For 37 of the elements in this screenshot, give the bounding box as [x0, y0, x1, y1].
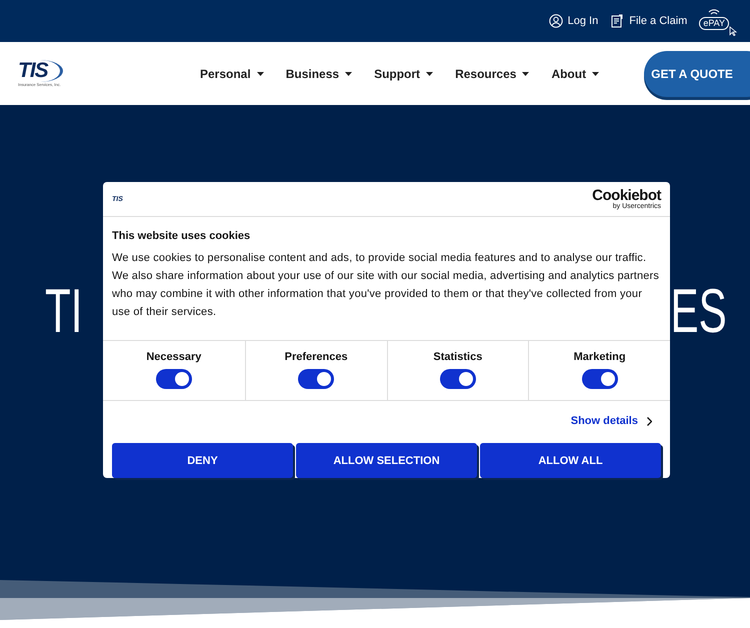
nav-link[interactable]: Resources: [455, 66, 530, 80]
dialog-title: This website uses cookies: [112, 230, 252, 242]
toggle-switch[interactable]: [298, 369, 334, 390]
hero-title: TI: [45, 279, 82, 345]
user-icon: [548, 14, 563, 28]
category-label: Necessary: [146, 351, 202, 364]
cursor-icon: [729, 26, 738, 36]
caret-icon: [592, 72, 600, 76]
category-label: Marketing: [574, 351, 626, 364]
login-link[interactable]: Log In: [548, 14, 598, 28]
document-icon: [610, 14, 624, 28]
logo-text[interactable]: TIS: [18, 60, 63, 82]
caret-icon: [256, 72, 264, 76]
dialog-text: We use cookies to personalise content and ads, to provide social media features and to analyse our traffic. We also share information about your use of our site with our social media, advertising and analytics partners who may combine it with other information that you've provided to them or that they've collected from your use of their services.: [112, 251, 660, 320]
provider-logo-text: Cookiebot: [592, 188, 661, 203]
nav-link[interactable]: Personal: [200, 66, 264, 80]
toggle-switch[interactable]: [582, 369, 618, 390]
hero-title: ES: [670, 279, 727, 345]
wifi-icon: [708, 8, 720, 16]
caret-icon: [522, 72, 530, 76]
quote-button[interactable]: GET A QUOTE: [644, 50, 750, 96]
caret-icon: [345, 72, 352, 76]
epay-link[interactable]: ePAY: [699, 6, 738, 36]
nav-link[interactable]: Support: [374, 66, 434, 80]
category-label: Statistics: [433, 351, 482, 364]
caret-icon: [426, 72, 434, 76]
chevron-icon: [647, 416, 652, 426]
consent-button[interactable]: ALLOW ALL: [480, 443, 661, 478]
nav-link[interactable]: About: [551, 66, 600, 80]
details-link[interactable]: Show details: [570, 415, 652, 428]
consent-button[interactable]: ALLOW SELECTION: [296, 443, 477, 478]
claim-link[interactable]: File a Claim: [610, 14, 688, 28]
consent-button[interactable]: DENY: [112, 443, 293, 478]
toggle-switch[interactable]: [440, 369, 476, 390]
toggle-switch[interactable]: [156, 369, 192, 390]
nav-link[interactable]: Business: [286, 66, 352, 80]
category-label: Preferences: [284, 351, 348, 364]
